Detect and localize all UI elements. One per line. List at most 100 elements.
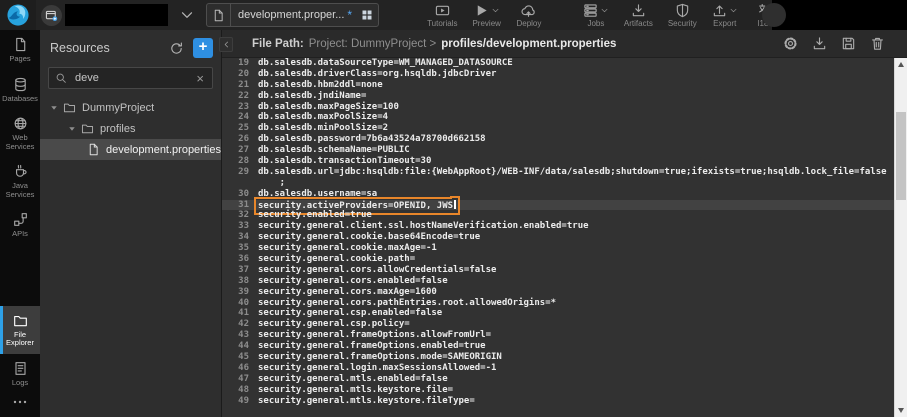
line-text: db.salesdb.minPoolSize=2: [258, 123, 388, 134]
code-line-24[interactable]: 24db.salesdb.maxPoolSize=4: [222, 112, 894, 123]
line-text: db.salesdb.transactionTimeout=30: [258, 156, 431, 167]
toolbar-button-tutorials[interactable]: Tutorials: [427, 3, 457, 28]
line-number: 47: [222, 374, 249, 385]
code-line-43[interactable]: 43security.general.frameOptions.allowFro…: [222, 330, 894, 341]
code-line-27[interactable]: 27db.salesdb.schemaName=PUBLIC: [222, 145, 894, 156]
tutorials-video-icon: [435, 3, 450, 18]
code-line-19[interactable]: 19db.salesdb.dataSourceType=WM_MANAGED_D…: [222, 58, 894, 69]
code-line-25[interactable]: 25db.salesdb.minPoolSize=2: [222, 123, 894, 134]
line-number: 23: [222, 102, 249, 113]
toolbar-button-security[interactable]: Security: [668, 3, 697, 28]
code-line-23[interactable]: 23db.salesdb.maxPageSize=100: [222, 102, 894, 113]
toolbar-button-jobs[interactable]: Jobs: [583, 3, 609, 28]
toolbar-button-deploy[interactable]: Deploy: [516, 3, 542, 28]
line-text: ;: [258, 178, 285, 189]
toolbar-button-preview[interactable]: Preview: [472, 3, 500, 28]
scrollbar-thumb[interactable]: [896, 112, 906, 200]
code-line-32[interactable]: 32security.enabled=true: [222, 210, 894, 221]
code-line-22[interactable]: 22db.salesdb.jndiName=: [222, 91, 894, 102]
download-button[interactable]: [812, 36, 827, 51]
scroll-up-arrow[interactable]: [895, 58, 907, 71]
code-line-37[interactable]: 37security.general.cors.allowCredentials…: [222, 265, 894, 276]
sidebar-item-databases[interactable]: Databases: [0, 70, 40, 110]
pages-icon: [13, 37, 28, 52]
code-line-33[interactable]: 33security.general.client.ssl.hostNameVe…: [222, 221, 894, 232]
toolbar-button-artifacts[interactable]: Artifacts: [624, 3, 653, 28]
add-resource-button[interactable]: +: [193, 38, 213, 58]
sidebar-item-logs[interactable]: Logs: [0, 354, 40, 394]
code-line-26[interactable]: 26db.salesdb.password=7b6a43524a78700d66…: [222, 134, 894, 145]
code-line-28[interactable]: 28db.salesdb.transactionTimeout=30: [222, 156, 894, 167]
file-explorer-folder-icon: [13, 313, 28, 328]
tree-item-profiles[interactable]: profiles: [40, 118, 221, 139]
editor-panel: File Path: Project: DummyProject > profi…: [222, 30, 907, 417]
breadcrumb-file: profiles/development.properties: [441, 38, 616, 50]
sidebar-item-label: File Explorer: [0, 331, 40, 348]
code-line-35[interactable]: 35security.general.cookie.maxAge=-1: [222, 243, 894, 254]
sidebar-item-more[interactable]: [0, 393, 40, 417]
sidebar-item-file-explorer[interactable]: File Explorer: [0, 306, 40, 354]
code-line-21[interactable]: 21db.salesdb.hbm2ddl=none: [222, 80, 894, 91]
line-number: 35: [222, 243, 249, 254]
line-text: security.general.frameOptions.mode=SAMEO…: [258, 352, 502, 363]
sidebar-item-java-services[interactable]: Java Services: [0, 157, 40, 205]
code-line-45[interactable]: 45security.general.frameOptions.mode=SAM…: [222, 352, 894, 363]
line-text: db.salesdb.url=jdbc:hsqldb:file:{WebAppR…: [258, 167, 887, 178]
code-line-44[interactable]: 44security.general.frameOptions.enabled=…: [222, 341, 894, 352]
web-services-globe-icon: [13, 116, 28, 131]
clear-search-icon[interactable]: ×: [194, 71, 206, 86]
open-file-tab[interactable]: development.proper... *: [206, 3, 379, 27]
refresh-icon[interactable]: [169, 41, 184, 56]
line-text: db.salesdb.driverClass=org.hsqldb.jdbcDr…: [258, 69, 496, 80]
code-line-36[interactable]: 36security.general.cookie.path=: [222, 254, 894, 265]
tree-item-dummyproject[interactable]: DummyProject: [40, 97, 221, 118]
code-line-46[interactable]: 46security.general.login.maxSessionsAllo…: [222, 363, 894, 374]
toolbar-button-label: Security: [668, 19, 697, 28]
code-line-40[interactable]: 40security.general.cors.pathEntries.root…: [222, 298, 894, 309]
settings-button[interactable]: [783, 36, 798, 51]
line-number: 38: [222, 276, 249, 287]
file-path-label: File Path:: [252, 38, 304, 50]
line-number: 34: [222, 232, 249, 243]
code-line-20[interactable]: 20db.salesdb.driverClass=org.hsqldb.jdbc…: [222, 69, 894, 80]
sidebar-item-apis[interactable]: APIs: [0, 205, 40, 245]
line-text: security.general.cors.enabled=false: [258, 276, 448, 287]
top-bar: development.proper... * Tutorials Preview…: [0, 0, 907, 30]
export-icon: [712, 3, 727, 18]
vertical-scrollbar[interactable]: [894, 58, 907, 417]
code-line-49[interactable]: 49security.general.mtls.keystore.fileTyp…: [222, 396, 894, 407]
resources-title: Resources: [50, 41, 169, 55]
line-text: db.salesdb.password=7b6a43524a78700d6621…: [258, 134, 486, 145]
code-line-47[interactable]: 47security.general.mtls.enabled=false: [222, 374, 894, 385]
code-line-38[interactable]: 38 security.general.cors.enabled=false: [222, 276, 894, 287]
resource-search-input[interactable]: [73, 71, 194, 85]
code-line-41[interactable]: 41security.general.csp.enabled=false: [222, 308, 894, 319]
toolbar-button-label: Preview: [472, 19, 500, 28]
code-line-34[interactable]: 34security.general.cookie.base64Encode=t…: [222, 232, 894, 243]
line-number: 43: [222, 330, 249, 341]
save-button[interactable]: [841, 36, 856, 51]
scroll-down-arrow[interactable]: [895, 404, 907, 417]
toolbar-button-export[interactable]: Export: [712, 3, 738, 28]
toolbar-button-label: Export: [713, 19, 736, 28]
collapse-panel-button[interactable]: [219, 37, 233, 52]
project-switcher-chevron-icon[interactable]: [179, 7, 195, 23]
code-line-48[interactable]: 48security.general.mtls.keystore.file=: [222, 385, 894, 396]
tree-item-development-properties[interactable]: development.properties: [40, 139, 221, 160]
code-area[interactable]: 19db.salesdb.dataSourceType=WM_MANAGED_D…: [222, 58, 894, 417]
code-line-31[interactable]: 31security.activeProviders=OPENID, JWS: [222, 200, 894, 211]
code-line-42[interactable]: 42security.general.csp.policy=: [222, 319, 894, 330]
code-line-39[interactable]: 39security.general.cors.maxAge=1600: [222, 287, 894, 298]
project-avatar[interactable]: [41, 5, 62, 26]
delete-button[interactable]: [870, 36, 885, 51]
tab-layout-button[interactable]: [356, 4, 378, 26]
app-logo[interactable]: [0, 0, 36, 30]
code-line-29[interactable]: 29db.salesdb.url=jdbc:hsqldb:file:{WebAp…: [222, 167, 894, 178]
resource-tree: DummyProjectprofilesdevelopment.properti…: [40, 97, 221, 160]
sidebar-item-web-services[interactable]: Web Services: [0, 109, 40, 157]
redacted-project-name: [65, 4, 168, 26]
sidebar-item-pages[interactable]: Pages: [0, 30, 40, 70]
code-line-wrap[interactable]: ;: [222, 178, 894, 189]
line-number: 41: [222, 308, 249, 319]
code-line-30[interactable]: 30db.salesdb.username=sa: [222, 189, 894, 200]
